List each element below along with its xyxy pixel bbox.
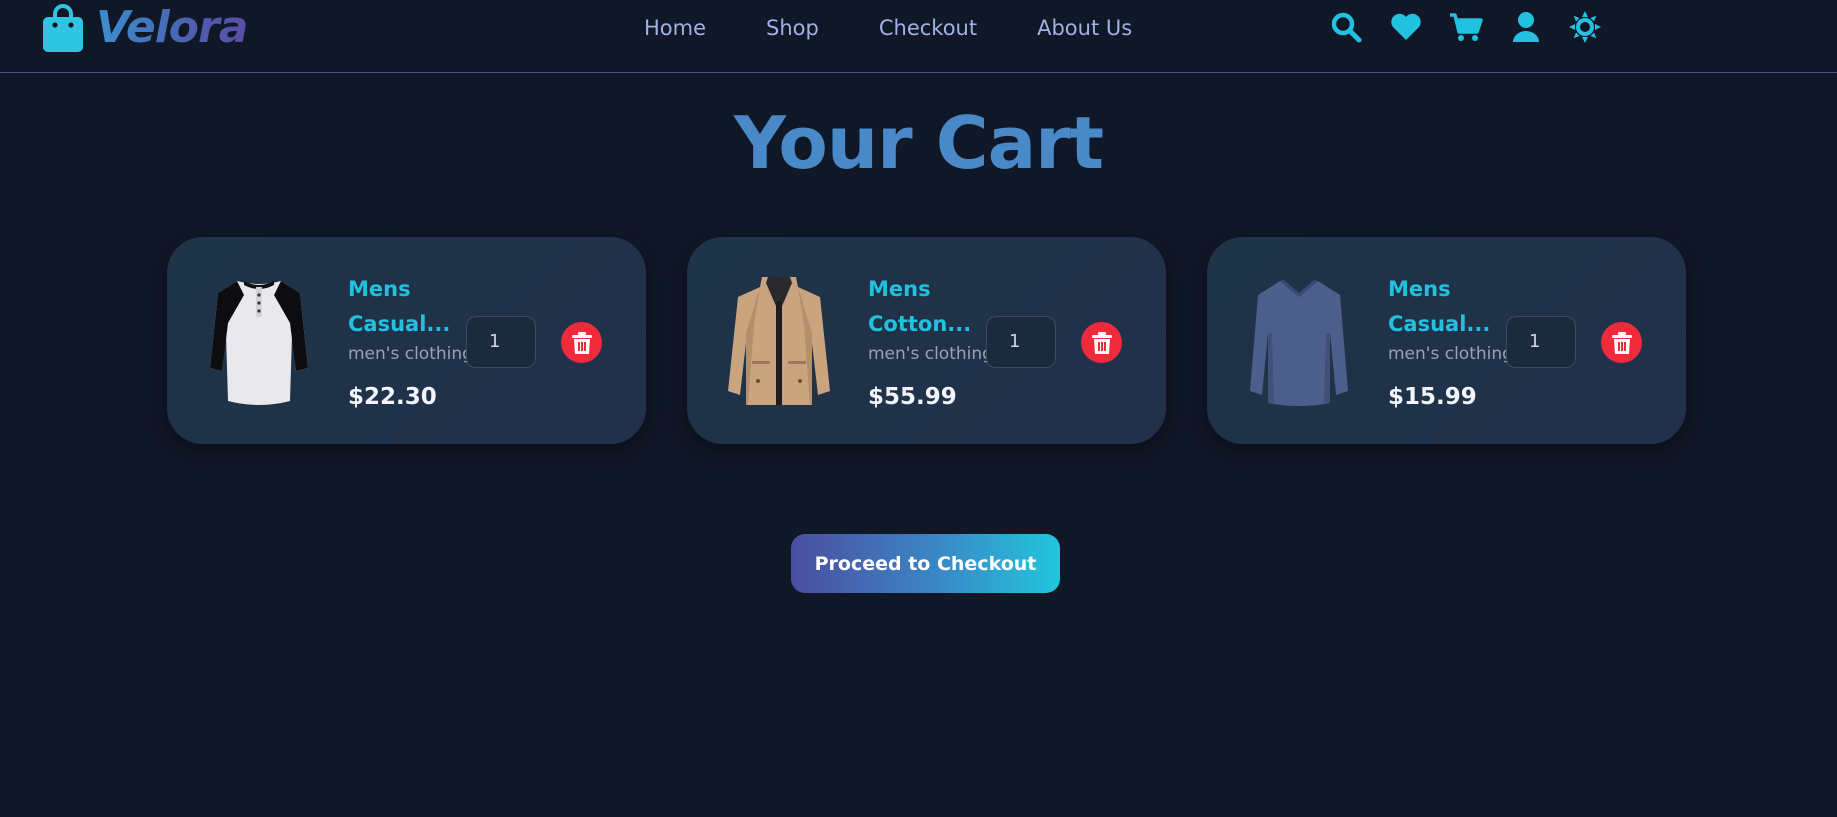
brand-name: Velora — [96, 2, 248, 53]
item-category: men's clothing — [868, 344, 993, 364]
proceed-to-checkout-button[interactable]: Proceed to Checkout — [791, 534, 1060, 593]
quantity-input[interactable]: 1 — [986, 316, 1056, 368]
search-icon[interactable] — [1329, 10, 1363, 44]
product-image — [728, 277, 830, 405]
cart-item-card: Mens Casual... men's clothing $15.99 1 — [1207, 237, 1686, 444]
item-name-line1[interactable]: Mens — [348, 272, 473, 307]
nav-shop[interactable]: Shop — [766, 12, 819, 44]
sun-icon[interactable] — [1568, 10, 1602, 44]
brand-logo[interactable]: Velora — [42, 2, 248, 53]
item-category: men's clothing — [1388, 344, 1513, 364]
delete-button[interactable] — [561, 322, 602, 363]
site-header: Velora Home Shop Checkout About Us — [0, 0, 1837, 73]
cart-icon[interactable] — [1449, 10, 1483, 44]
quantity-input[interactable]: 1 — [466, 316, 536, 368]
shopping-bag-icon — [43, 4, 83, 52]
item-price: $55.99 — [868, 384, 957, 410]
item-name-line2[interactable]: Cotton... — [868, 307, 993, 342]
cart-item-card: Mens Cotton... men's clothing $55.99 1 — [687, 237, 1166, 444]
user-icon[interactable] — [1509, 10, 1543, 44]
nav-checkout[interactable]: Checkout — [879, 12, 977, 44]
item-name-line1[interactable]: Mens — [868, 272, 993, 307]
cart-item-card: Mens Casual... men's clothing $22.30 1 — [167, 237, 646, 444]
trash-icon — [1611, 331, 1632, 354]
nav-about-us[interactable]: About Us — [1037, 12, 1132, 44]
item-name-line2[interactable]: Casual... — [348, 307, 473, 342]
item-price: $15.99 — [1388, 384, 1477, 410]
item-name-line2[interactable]: Casual... — [1388, 307, 1513, 342]
heart-icon[interactable] — [1389, 10, 1423, 44]
item-price: $22.30 — [348, 384, 437, 410]
product-image — [210, 281, 308, 405]
quantity-input[interactable]: 1 — [1506, 316, 1576, 368]
trash-icon — [571, 331, 592, 354]
item-info: Mens Casual... men's clothing $15.99 — [1388, 272, 1513, 411]
nav-home[interactable]: Home — [644, 12, 706, 44]
delete-button[interactable] — [1081, 322, 1122, 363]
item-info: Mens Casual... men's clothing $22.30 — [348, 272, 473, 411]
page-title: Your Cart — [733, 101, 1104, 185]
product-image — [1250, 280, 1348, 406]
item-info: Mens Cotton... men's clothing $55.99 — [868, 272, 993, 411]
item-name-line1[interactable]: Mens — [1388, 272, 1513, 307]
delete-button[interactable] — [1601, 322, 1642, 363]
trash-icon — [1091, 331, 1112, 354]
item-category: men's clothing — [348, 344, 473, 364]
main-nav: Home Shop Checkout About Us — [644, 12, 1132, 44]
